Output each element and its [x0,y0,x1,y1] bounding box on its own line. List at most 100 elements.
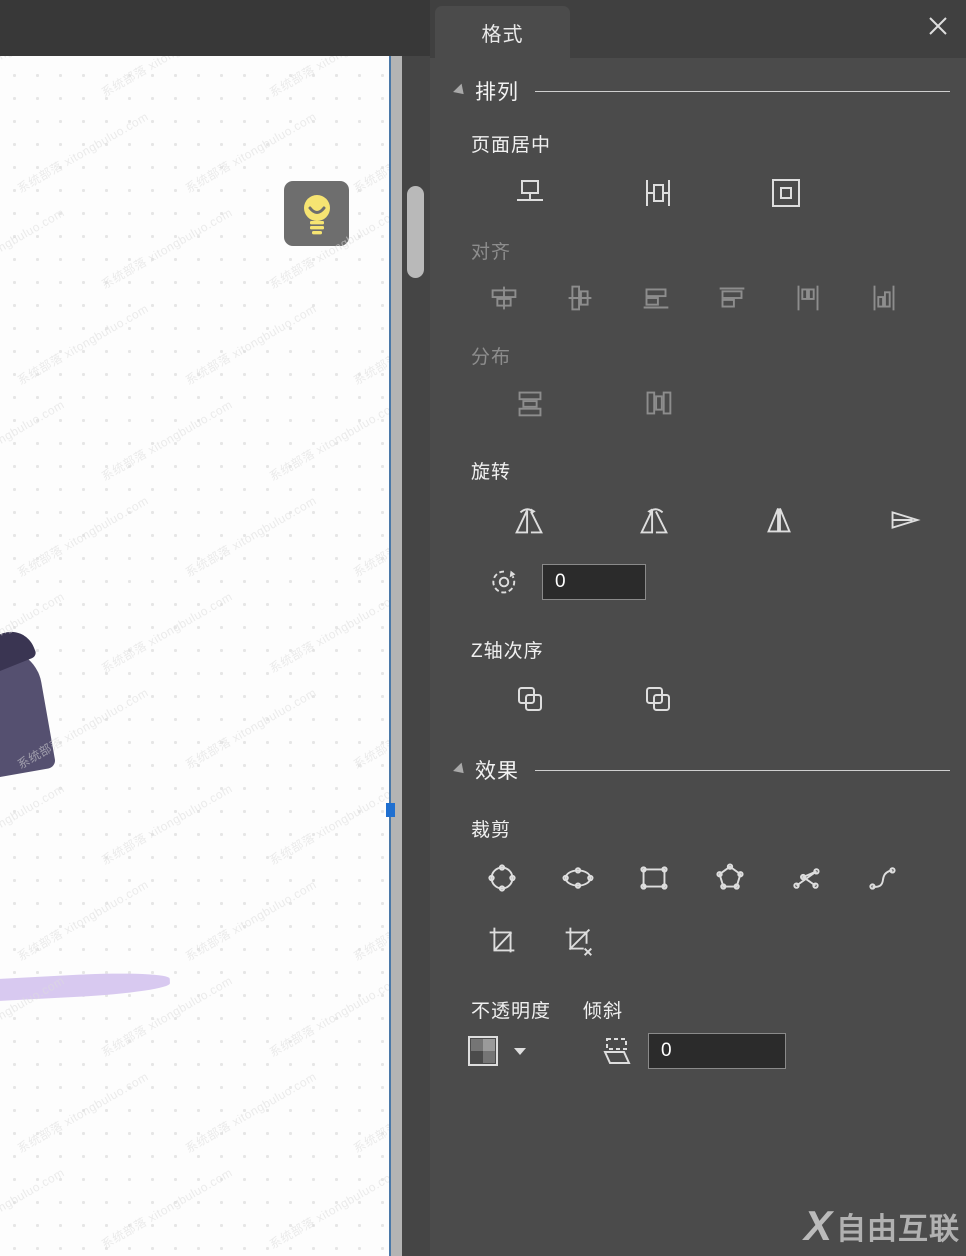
center-horizontal-icon[interactable] [466,163,594,223]
document-canvas[interactable]: 系统部落 xitongbuluo.com系统部落 xitongbuluo.com… [0,56,390,1256]
crop-rectangle-icon[interactable] [616,848,692,908]
watermark-text: 系统部落 xitongbuluo.com [350,684,390,773]
artwork-navy-shape[interactable] [0,643,56,783]
watermark-text: 系统部落 xitongbuluo.com [14,108,151,197]
watermark-text: 系统部落 xitongbuluo.com [350,876,390,965]
watermark-text: 系统部落 xitongbuluo.com [98,588,235,677]
flip-horizontal-icon[interactable] [716,490,841,550]
canvas-scrollbar-thumb[interactable] [407,186,424,278]
group-distribute [430,373,966,433]
rotate-settings-icon[interactable] [466,552,542,612]
rotation-angle-row: 0 [430,552,966,612]
watermark-text: 系统部落 xitongbuluo.com [266,56,390,101]
align-left-icon[interactable] [466,268,542,328]
lightbulb-icon[interactable] [284,181,349,246]
watermark-text: 系统部落 xitongbuluo.com [350,108,390,197]
collapse-caret-icon [453,84,468,99]
watermark-text: 系统部落 xitongbuluo.com [98,780,235,869]
distribute-horizontal-icon[interactable] [594,373,722,433]
group-label-align: 对齐 [430,237,966,264]
watermark-text: 系统部落 xitongbuluo.com [182,684,319,773]
align-top-icon[interactable] [694,268,770,328]
panel-scroll-body: 排列 页面居中 对齐 [430,58,966,1256]
watermark-text: 系统部落 xitongbuluo.com [350,492,390,581]
collapse-caret-icon [453,763,468,778]
group-center-on-page [430,163,966,223]
lightbulb-glyph [297,192,337,236]
group-label-skew: 倾斜 [551,996,623,1023]
chevron-down-icon [510,1041,530,1061]
crop-remove-icon[interactable] [540,910,616,970]
canvas-toolbar-strip [0,0,430,56]
skew-control: 0 [596,1031,786,1071]
group-align [430,268,966,328]
watermark-text: 系统部落 xitongbuluo.com [14,876,151,965]
center-both-icon[interactable] [722,163,850,223]
selection-handle[interactable] [386,803,395,817]
site-logo-watermark: X 自由互联 [804,1204,960,1248]
watermark-text: 系统部落 xitongbuluo.com [98,204,235,293]
skew-value: 0 [661,1040,672,1062]
align-bottom-icon[interactable] [846,268,922,328]
tab-format[interactable]: 格式 [435,6,570,58]
bring-forward-icon[interactable] [466,669,594,729]
crop-ellipse-icon[interactable] [540,848,616,908]
rotate-left-icon[interactable] [466,490,591,550]
align-right-icon[interactable] [618,268,694,328]
group-rotate [430,490,966,550]
crop-polyline-icon[interactable] [768,848,844,908]
section-divider [535,91,950,92]
opacity-swatch-dropdown[interactable] [466,1034,530,1068]
section-header-effects[interactable]: 效果 [430,751,966,789]
crop-curve-icon[interactable] [844,848,920,908]
watermark-text: 系统部落 xitongbuluo.com [0,780,67,869]
app-root: 系统部落 xitongbuluo.com系统部落 xitongbuluo.com… [0,0,966,1256]
align-center-icon[interactable] [542,268,618,328]
canvas-area: 系统部落 xitongbuluo.com系统部落 xitongbuluo.com… [0,0,430,1256]
group-label-center-on-page: 页面居中 [430,130,966,157]
group-z-order [430,669,966,729]
checkerboard-icon [466,1034,500,1068]
watermark-text: 系统部落 xitongbuluo.com [0,1164,67,1253]
artwork-lilac-shape[interactable] [0,970,170,1004]
watermark-text: 系统部落 xitongbuluo.com [98,396,235,485]
logo-mark: X [804,1205,832,1247]
align-middle-icon[interactable] [770,268,846,328]
watermark-text: 系统部落 xitongbuluo.com [0,396,67,485]
watermark-text: 系统部落 xitongbuluo.com [0,56,67,101]
watermark-text: 系统部落 xitongbuluo.com [350,1068,390,1157]
rotation-angle-input[interactable]: 0 [542,564,646,600]
rotate-right-icon[interactable] [591,490,716,550]
watermark-text: 系统部落 xitongbuluo.com [266,1164,390,1253]
send-backward-icon[interactable] [594,669,722,729]
watermark-text: 系统部落 xitongbuluo.com [266,780,390,869]
watermark-text: 系统部落 xitongbuluo.com [266,396,390,485]
crop-apply-icon[interactable] [464,910,540,970]
section-divider [535,770,950,771]
watermark-text: 系统部落 xitongbuluo.com [266,588,390,677]
watermark-text: 系统部落 xitongbuluo.com [182,492,319,581]
crop-pentagon-icon[interactable] [692,848,768,908]
watermark-text: 系统部落 xitongbuluo.com [98,56,235,101]
skew-icon[interactable] [596,1031,636,1071]
skew-input[interactable]: 0 [648,1033,786,1069]
center-vertical-icon[interactable] [594,163,722,223]
close-panel-button[interactable] [918,6,958,46]
distribute-vertical-icon[interactable] [466,373,594,433]
section-title-effects: 效果 [475,755,519,785]
crop-circle-icon[interactable] [464,848,540,908]
group-labels-opacity-skew: 不透明度 倾斜 [430,996,966,1023]
group-opacity-skew-controls: 0 [430,1031,966,1071]
watermark-text: 系统部落 xitongbuluo.com [14,1068,151,1157]
watermark-text: 系统部落 xitongbuluo.com [182,876,319,965]
section-header-arrange[interactable]: 排列 [430,72,966,110]
watermark-text: 系统部落 xitongbuluo.com [182,300,319,389]
group-label-opacity: 不透明度 [430,996,551,1023]
tab-format-label: 格式 [482,18,524,47]
watermark-text: 系统部落 xitongbuluo.com [350,300,390,389]
watermark-text: 系统部落 xitongbuluo.com [266,972,390,1061]
rotation-angle-value: 0 [555,571,566,593]
watermark-text: 系统部落 xitongbuluo.com [14,300,151,389]
flip-vertical-icon[interactable] [841,490,966,550]
watermark-text: 系统部落 xitongbuluo.com [98,1164,235,1253]
